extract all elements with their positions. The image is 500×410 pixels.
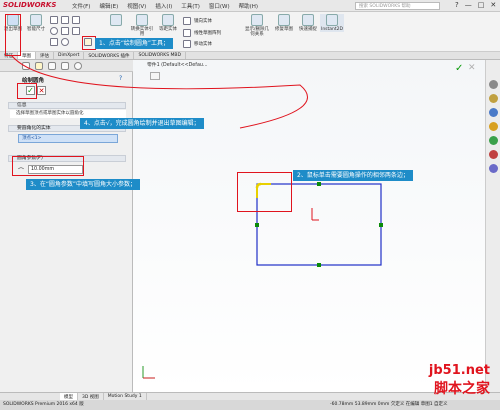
midpoint-right	[379, 223, 383, 227]
design-library-icon[interactable]	[489, 108, 498, 117]
watermark: jb51.net 脚本之家	[429, 363, 490, 398]
callout-step4: 4、点击√，完成圆角绘制并退出草图编辑；	[80, 118, 204, 129]
home-icon[interactable]	[489, 80, 498, 89]
tab-model[interactable]: 模型	[60, 393, 78, 400]
configuration-tab-icon[interactable]	[48, 62, 56, 70]
tab-3d-views[interactable]: 3D 视图	[78, 393, 104, 400]
smart-dimension-button[interactable]: 智能尺寸	[26, 14, 46, 32]
callout-step3: 3、在“圆角参数”中填写圆角大小参数；	[26, 179, 141, 190]
spline-tool-icon[interactable]	[50, 38, 58, 46]
convert-entities-button[interactable]: 转换实体引用	[130, 14, 154, 37]
ellipse-tool-icon[interactable]	[61, 38, 69, 46]
appearances-icon[interactable]	[489, 150, 498, 159]
mirror-label: 镜向实体	[194, 19, 212, 24]
status-version: SOLIDWORKS Premium 2016 x64 版	[3, 402, 84, 407]
display-relations-button[interactable]: 显示/删除几何关系	[243, 14, 271, 37]
manager-tabs	[0, 60, 133, 72]
file-explorer-icon[interactable]	[489, 122, 498, 131]
search-input[interactable]: 搜索 SOLIDWORKS 帮助	[355, 2, 440, 10]
snap-icon	[302, 14, 314, 26]
repair-sketch-button[interactable]: 修复草图	[274, 14, 294, 32]
task-pane-bar	[485, 60, 500, 392]
trim-button[interactable]	[105, 14, 127, 27]
custom-properties-icon[interactable]	[489, 164, 498, 173]
tab-dimxpert[interactable]: DimXpert	[54, 52, 85, 59]
menu-file[interactable]: 文件(F)	[72, 2, 90, 10]
highlight-exit-sketch	[5, 14, 21, 56]
app-logo: SOLIDWORKS	[3, 1, 57, 9]
view-palette-icon[interactable]	[489, 136, 498, 145]
slot-tool-icon[interactable]	[72, 16, 80, 24]
linear-pattern-label: 线性草图阵列	[194, 31, 221, 36]
status-coordinates: -60.78mm 53.89mm 0mm 欠定义 在编辑 草图1 自定义	[330, 402, 448, 407]
convert-icon	[136, 14, 148, 26]
status-bar: SOLIDWORKS Premium 2016 x64 版 -60.78mm 5…	[0, 400, 500, 410]
line-tool-icon[interactable]	[50, 16, 58, 24]
title-bar: SOLIDWORKS 文件(F) 编辑(E) 视图(V) 插入(I) 工具(T)…	[0, 0, 500, 12]
window-buttons: ? — □ ✕	[455, 1, 496, 9]
command-tabs: 特征 草图 评估 DimXpert SOLIDWORKS 插件 SOLIDWOR…	[0, 52, 500, 60]
watermark-url: jb51.net	[428, 363, 490, 378]
maximize-button[interactable]: □	[478, 1, 485, 9]
tab-evaluate[interactable]: 评估	[36, 52, 54, 59]
watermark-name: 脚本之家	[434, 381, 490, 397]
highlight-ok-check	[17, 83, 37, 99]
callout-step2: 2、鼠标单击需要圆角操作的相邻两条边；	[293, 170, 413, 181]
smart-dimension-icon	[30, 14, 42, 26]
menu-edit[interactable]: 编辑(E)	[99, 2, 118, 10]
close-button[interactable]: ✕	[490, 1, 496, 9]
property-manager-tab-icon[interactable]	[35, 62, 43, 70]
circle-tool-icon[interactable]	[50, 27, 58, 35]
menu-bar: 文件(F) 编辑(E) 视图(V) 插入(I) 工具(T) 窗口(W) 帮助(H…	[72, 2, 258, 10]
repair-icon	[278, 14, 290, 26]
instant2d-icon	[326, 14, 338, 26]
tab-mbd[interactable]: SOLIDWORKS MBD	[134, 52, 186, 59]
midpoint-left	[255, 223, 259, 227]
menu-help[interactable]: 帮助(H)	[239, 2, 258, 10]
help-button[interactable]: ?	[455, 1, 459, 9]
entities-list[interactable]: 顶点<1>	[18, 134, 118, 143]
linear-pattern-icon[interactable]	[183, 29, 191, 37]
offset-entities-button[interactable]: 等距实体	[158, 14, 178, 32]
menu-tools[interactable]: 工具(T)	[181, 2, 200, 10]
menu-view[interactable]: 视图(V)	[127, 2, 146, 10]
message-header[interactable]: 信息	[8, 102, 126, 109]
relations-icon	[251, 14, 263, 26]
highlight-sketch-corner	[237, 172, 292, 212]
resources-icon[interactable]	[489, 94, 498, 103]
quick-snaps-button[interactable]: 快速捕捉	[298, 14, 318, 32]
command-manager: 退出草图 智能尺寸 转换实体引用 等距实体 镜向实体 线性草图阵列 移动实体 显…	[0, 12, 500, 52]
dimxpert-tab-icon[interactable]	[61, 62, 69, 70]
midpoint-top	[317, 182, 321, 186]
mirror-icon[interactable]	[183, 17, 191, 25]
instant2d-button[interactable]: Instant2D	[320, 14, 344, 32]
display-manager-tab-icon[interactable]	[74, 62, 82, 70]
polygon-tool-icon[interactable]	[72, 27, 80, 35]
message-text: 选择草图顶点或草图实体以圆角化	[10, 110, 126, 118]
feature-tree-tab-icon[interactable]	[22, 62, 30, 70]
arc-tool-icon[interactable]	[61, 27, 69, 35]
offset-icon	[162, 14, 174, 26]
tab-addins[interactable]: SOLIDWORKS 插件	[84, 52, 135, 59]
trim-icon	[110, 14, 122, 26]
sketch-view	[142, 182, 383, 379]
minimize-button[interactable]: —	[465, 1, 472, 9]
midpoint-bottom	[317, 263, 321, 267]
move-entities-label: 移动实体	[194, 42, 212, 47]
callout-step1: 1、点击“绘制圆角”工具；	[95, 38, 174, 49]
help-icon[interactable]: ?	[119, 75, 122, 82]
highlight-fillet-params	[12, 156, 84, 176]
bottom-tabs: 模型 3D 视图 Motion Study 1	[0, 392, 500, 400]
menu-window[interactable]: 窗口(W)	[209, 2, 230, 10]
menu-insert[interactable]: 插入(I)	[155, 2, 172, 10]
rectangle-tool-icon[interactable]	[61, 16, 69, 24]
cancel-x-button[interactable]: ✕	[37, 86, 46, 95]
tab-motion-study[interactable]: Motion Study 1	[104, 393, 147, 400]
move-entities-icon[interactable]	[183, 40, 191, 48]
highlight-fillet-tool	[82, 36, 96, 50]
